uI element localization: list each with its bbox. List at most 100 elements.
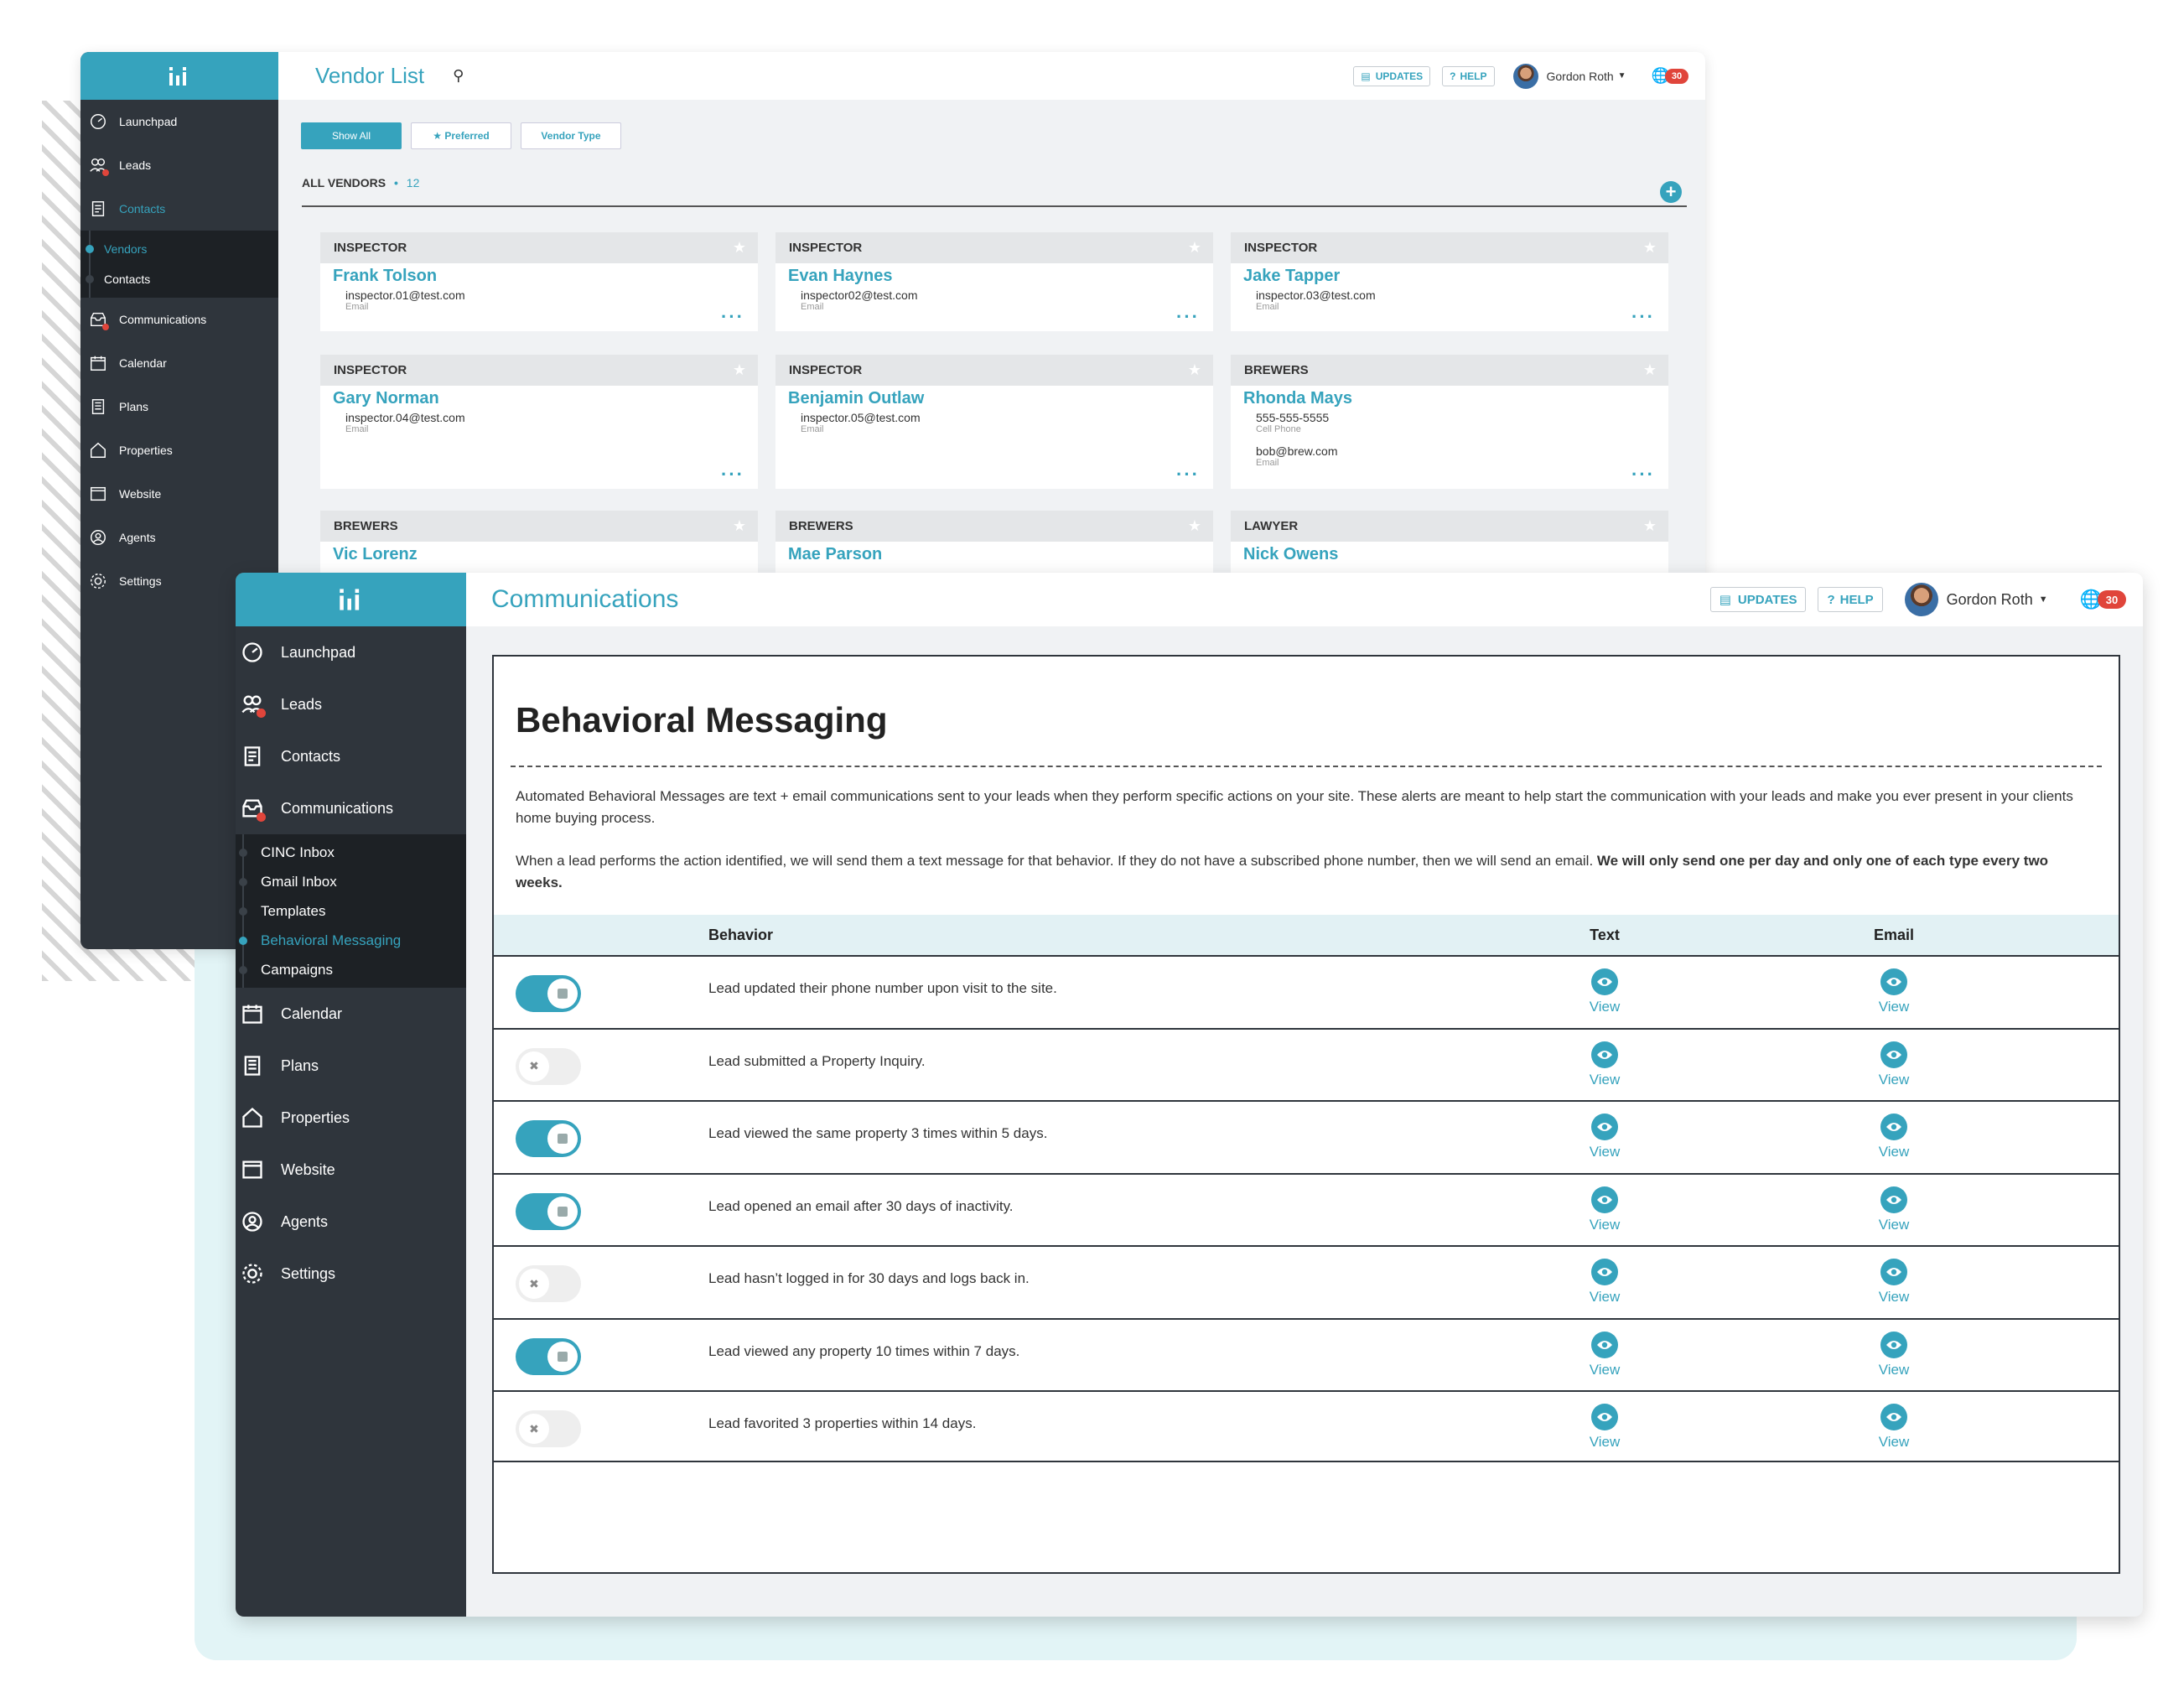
email-view-button[interactable]: View: [1860, 968, 1927, 1015]
subnav-item-templates[interactable]: Templates: [236, 896, 466, 926]
sidebar-item-leads[interactable]: Leads: [236, 678, 466, 730]
text-view-button[interactable]: View: [1571, 1041, 1638, 1088]
sidebar-item-properties[interactable]: Properties: [236, 1092, 466, 1144]
text-view-button[interactable]: View: [1571, 1331, 1638, 1378]
email-view-button[interactable]: View: [1860, 1041, 1927, 1088]
sidebar-item-properties[interactable]: Properties: [80, 428, 278, 472]
vendor-card[interactable]: INSPECTOR ★ Frank Tolson inspector.01@test…: [320, 232, 758, 331]
sidebar-item-plans[interactable]: Plans: [236, 1040, 466, 1092]
preferred-button[interactable]: ★ Preferred: [411, 122, 511, 149]
more-options-icon[interactable]: ···: [1176, 464, 1200, 485]
vendor-type: LAWYER: [1244, 519, 1299, 533]
text-view-button[interactable]: View: [1571, 1114, 1638, 1160]
topbar: Communications ▤ UPDATES ? HELP Gordon Rot…: [466, 573, 2143, 626]
star-icon[interactable]: ★: [1188, 361, 1201, 379]
vendor-card[interactable]: INSPECTOR ★ Gary Norman inspector.04@test.…: [320, 355, 758, 489]
more-options-icon[interactable]: ···: [1631, 306, 1655, 328]
more-options-icon[interactable]: ···: [1176, 306, 1200, 328]
sidebar-item-communications[interactable]: Communications: [236, 782, 466, 834]
vendor-name[interactable]: Benjamin Outlaw: [775, 386, 1213, 408]
behavior-toggle[interactable]: [516, 1337, 581, 1375]
vendor-name[interactable]: Rhonda Mays: [1231, 386, 1668, 408]
text-view-button[interactable]: View: [1571, 1186, 1638, 1233]
star-icon[interactable]: ★: [1188, 239, 1201, 257]
user-menu[interactable]: Gordon Roth ▼: [1904, 583, 2048, 616]
sidebar-item-agents[interactable]: Agents: [236, 1196, 466, 1248]
show-all-button[interactable]: Show All: [301, 122, 402, 149]
table-header: Behavior Text Email: [494, 915, 2119, 955]
add-vendor-icon[interactable]: +: [1660, 181, 1682, 203]
sidebar-item-leads[interactable]: Leads: [80, 143, 278, 187]
star-icon[interactable]: ★: [1643, 361, 1657, 379]
subnav-item-contacts[interactable]: Contacts: [80, 264, 278, 294]
sidebar-item-launchpad[interactable]: Launchpad: [80, 100, 278, 143]
sidebar-item-plans[interactable]: Plans: [80, 385, 278, 428]
behavior-toggle[interactable]: [516, 1120, 581, 1157]
star-icon[interactable]: ★: [733, 239, 746, 257]
search-icon[interactable]: ⚲: [453, 67, 464, 85]
subnav-item-gmail-inbox[interactable]: Gmail Inbox: [236, 867, 466, 896]
app-logo[interactable]: [236, 573, 466, 626]
text-view-button[interactable]: View: [1571, 1259, 1638, 1306]
more-options-icon[interactable]: ···: [721, 464, 744, 485]
text-view-button[interactable]: View: [1571, 1404, 1638, 1451]
help-button[interactable]: ? HELP: [1818, 587, 1883, 612]
notifications[interactable]: 🌐 30: [2080, 589, 2126, 610]
email-view-button[interactable]: View: [1860, 1404, 1927, 1451]
sidebar-item-website[interactable]: Website: [236, 1144, 466, 1196]
app-logo[interactable]: [80, 52, 278, 100]
sidebar-item-launchpad[interactable]: Launchpad: [236, 626, 466, 678]
star-icon[interactable]: ★: [1643, 239, 1657, 257]
sidebar-item-website[interactable]: Website: [80, 472, 278, 516]
behavior-toggle[interactable]: ✖: [516, 1047, 581, 1085]
sidebar-item-settings[interactable]: Settings: [236, 1248, 466, 1300]
star-icon[interactable]: ★: [1643, 517, 1657, 535]
subnav-item-cinc-inbox[interactable]: CINC Inbox: [236, 838, 466, 867]
vendor-card[interactable]: INSPECTOR ★ Evan Haynes inspector02@test.c…: [775, 232, 1213, 331]
star-icon[interactable]: ★: [733, 517, 746, 535]
vendor-name[interactable]: Gary Norman: [320, 386, 758, 408]
email-view-button[interactable]: View: [1860, 1331, 1927, 1378]
more-options-icon[interactable]: ···: [1631, 464, 1655, 485]
behavior-toggle[interactable]: ✖: [516, 1410, 581, 1447]
updates-button[interactable]: ▤ UPDATES: [1709, 587, 1807, 612]
sidebar-item-calendar[interactable]: Calendar: [236, 988, 466, 1040]
vendor-name[interactable]: Nick Owens: [1231, 542, 1668, 564]
vendor-name[interactable]: Mae Parson: [775, 542, 1213, 564]
star-icon[interactable]: ★: [733, 361, 746, 379]
vendor-info-label: Email: [801, 424, 824, 434]
vendor-name[interactable]: Evan Haynes: [775, 263, 1213, 286]
sidebar-item-label: Settings: [281, 1264, 336, 1282]
sidebar-item-calendar[interactable]: Calendar: [80, 341, 278, 385]
email-view-button[interactable]: View: [1860, 1114, 1927, 1160]
vendor-name[interactable]: Frank Tolson: [320, 263, 758, 286]
text-view-button[interactable]: View: [1571, 968, 1638, 1015]
website-icon: [89, 485, 107, 503]
vendor-card[interactable]: INSPECTOR ★ Jake Tapper inspector.03@test.…: [1231, 232, 1668, 331]
subnav-item-vendors[interactable]: Vendors: [80, 234, 278, 264]
email-view-button[interactable]: View: [1860, 1186, 1927, 1233]
vendor-name[interactable]: Jake Tapper: [1231, 263, 1668, 286]
email-view-button[interactable]: View: [1860, 1259, 1927, 1306]
subnav-item-campaigns[interactable]: Campaigns: [236, 955, 466, 984]
vendor-name[interactable]: Vic Lorenz: [320, 542, 758, 564]
behavior-toggle[interactable]: [516, 975, 581, 1012]
sidebar-item-contacts[interactable]: Contacts: [80, 187, 278, 231]
help-button[interactable]: ? HELP: [1442, 65, 1495, 86]
behavior-toggle[interactable]: ✖: [516, 1265, 581, 1302]
sidebar-item-communications[interactable]: Communications: [80, 298, 278, 341]
user-menu[interactable]: Gordon Roth ▼: [1512, 63, 1626, 89]
sidebar-item-agents[interactable]: Agents: [80, 516, 278, 559]
vendor-card[interactable]: INSPECTOR ★ Benjamin Outlaw inspector.05@t…: [775, 355, 1213, 489]
behavior-toggle[interactable]: [516, 1192, 581, 1230]
behavior-description: Lead viewed any property 10 times within…: [708, 1342, 1020, 1359]
notifications[interactable]: 🌐 30: [1652, 67, 1688, 85]
vendor-type-button[interactable]: Vendor Type: [521, 122, 621, 149]
star-icon[interactable]: ★: [1188, 517, 1201, 535]
updates-button[interactable]: ▤ UPDATES: [1353, 65, 1431, 86]
more-options-icon[interactable]: ···: [721, 306, 744, 328]
subnav-item-behavioral-messaging[interactable]: Behavioral Messaging: [236, 926, 466, 955]
eye-icon: [1591, 968, 1618, 995]
vendor-card[interactable]: BREWERS ★ Rhonda Mays 555-555-5555 Cell Pho…: [1231, 355, 1668, 489]
sidebar-item-contacts[interactable]: Contacts: [236, 730, 466, 782]
